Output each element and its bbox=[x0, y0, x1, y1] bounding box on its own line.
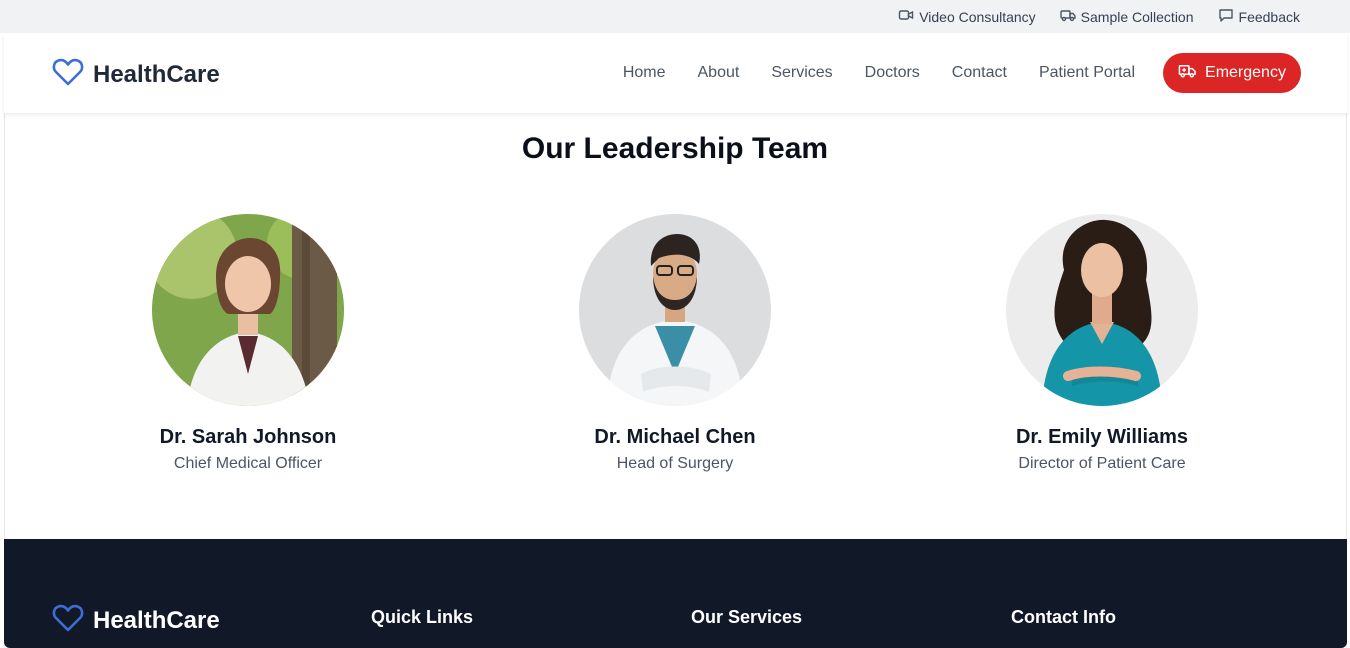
nav-about[interactable]: About bbox=[698, 64, 740, 82]
top-utility-links: Video Consultancy Sample Collection Feed… bbox=[898, 0, 1300, 33]
sample-collection-label: Sample Collection bbox=[1080, 8, 1194, 25]
main-header: HealthCare Home About Services Doctors C… bbox=[4, 33, 1347, 113]
brand-name: HealthCare bbox=[93, 60, 220, 88]
leadership-section-title: Our Leadership Team bbox=[521, 132, 829, 165]
avatar bbox=[152, 214, 344, 406]
brand-logo[interactable]: HealthCare bbox=[52, 57, 220, 92]
member-name: Dr. Emily Williams bbox=[1015, 426, 1189, 448]
heart-icon bbox=[52, 57, 84, 92]
video-consultancy-link[interactable]: Video Consultancy bbox=[898, 7, 1036, 26]
nav-contact[interactable]: Contact bbox=[952, 64, 1007, 82]
member-name: Dr. Michael Chen bbox=[594, 426, 756, 448]
footer-heading-quick-links: Quick Links bbox=[371, 607, 474, 627]
chat-bubble-icon bbox=[1218, 7, 1234, 26]
ambulance-icon bbox=[1178, 61, 1197, 85]
avatar bbox=[1006, 214, 1198, 406]
site-footer: HealthCare Quick Links Our Services Cont… bbox=[4, 539, 1347, 648]
footer-heading-contact-info: Contact Info bbox=[1011, 607, 1116, 627]
team-member-card: Dr. Sarah Johnson Chief Medical Officer bbox=[98, 214, 398, 473]
member-role: Head of Surgery bbox=[616, 455, 734, 472]
avatar bbox=[579, 214, 771, 406]
member-role: Director of Patient Care bbox=[1018, 455, 1186, 472]
main-nav: Home About Services Doctors Contact Pati… bbox=[623, 33, 1135, 113]
member-name: Dr. Sarah Johnson bbox=[159, 426, 337, 448]
footer-heading-our-services: Our Services bbox=[691, 607, 803, 627]
nav-services[interactable]: Services bbox=[771, 64, 832, 82]
feedback-link[interactable]: Feedback bbox=[1218, 7, 1300, 26]
sample-collection-link[interactable]: Sample Collection bbox=[1059, 7, 1194, 26]
nav-patient-portal[interactable]: Patient Portal bbox=[1039, 64, 1135, 82]
nav-home[interactable]: Home bbox=[623, 64, 666, 82]
emergency-button[interactable]: Emergency bbox=[1163, 53, 1301, 93]
video-consultancy-label: Video Consultancy bbox=[919, 8, 1036, 25]
team-member-card: Dr. Michael Chen Head of Surgery bbox=[525, 214, 825, 473]
top-utility-bar: Video Consultancy Sample Collection Feed… bbox=[0, 0, 1350, 33]
heart-icon bbox=[52, 603, 84, 638]
footer-brand-name: HealthCare bbox=[93, 606, 220, 634]
truck-icon bbox=[1059, 7, 1076, 26]
video-camera-icon bbox=[898, 7, 914, 26]
feedback-label: Feedback bbox=[1238, 8, 1300, 25]
member-role: Chief Medical Officer bbox=[173, 455, 323, 472]
nav-doctors[interactable]: Doctors bbox=[865, 64, 920, 82]
footer-brand-logo[interactable]: HealthCare bbox=[52, 603, 220, 638]
team-member-card: Dr. Emily Williams Director of Patient C… bbox=[952, 214, 1252, 473]
emergency-label: Emergency bbox=[1205, 64, 1286, 81]
